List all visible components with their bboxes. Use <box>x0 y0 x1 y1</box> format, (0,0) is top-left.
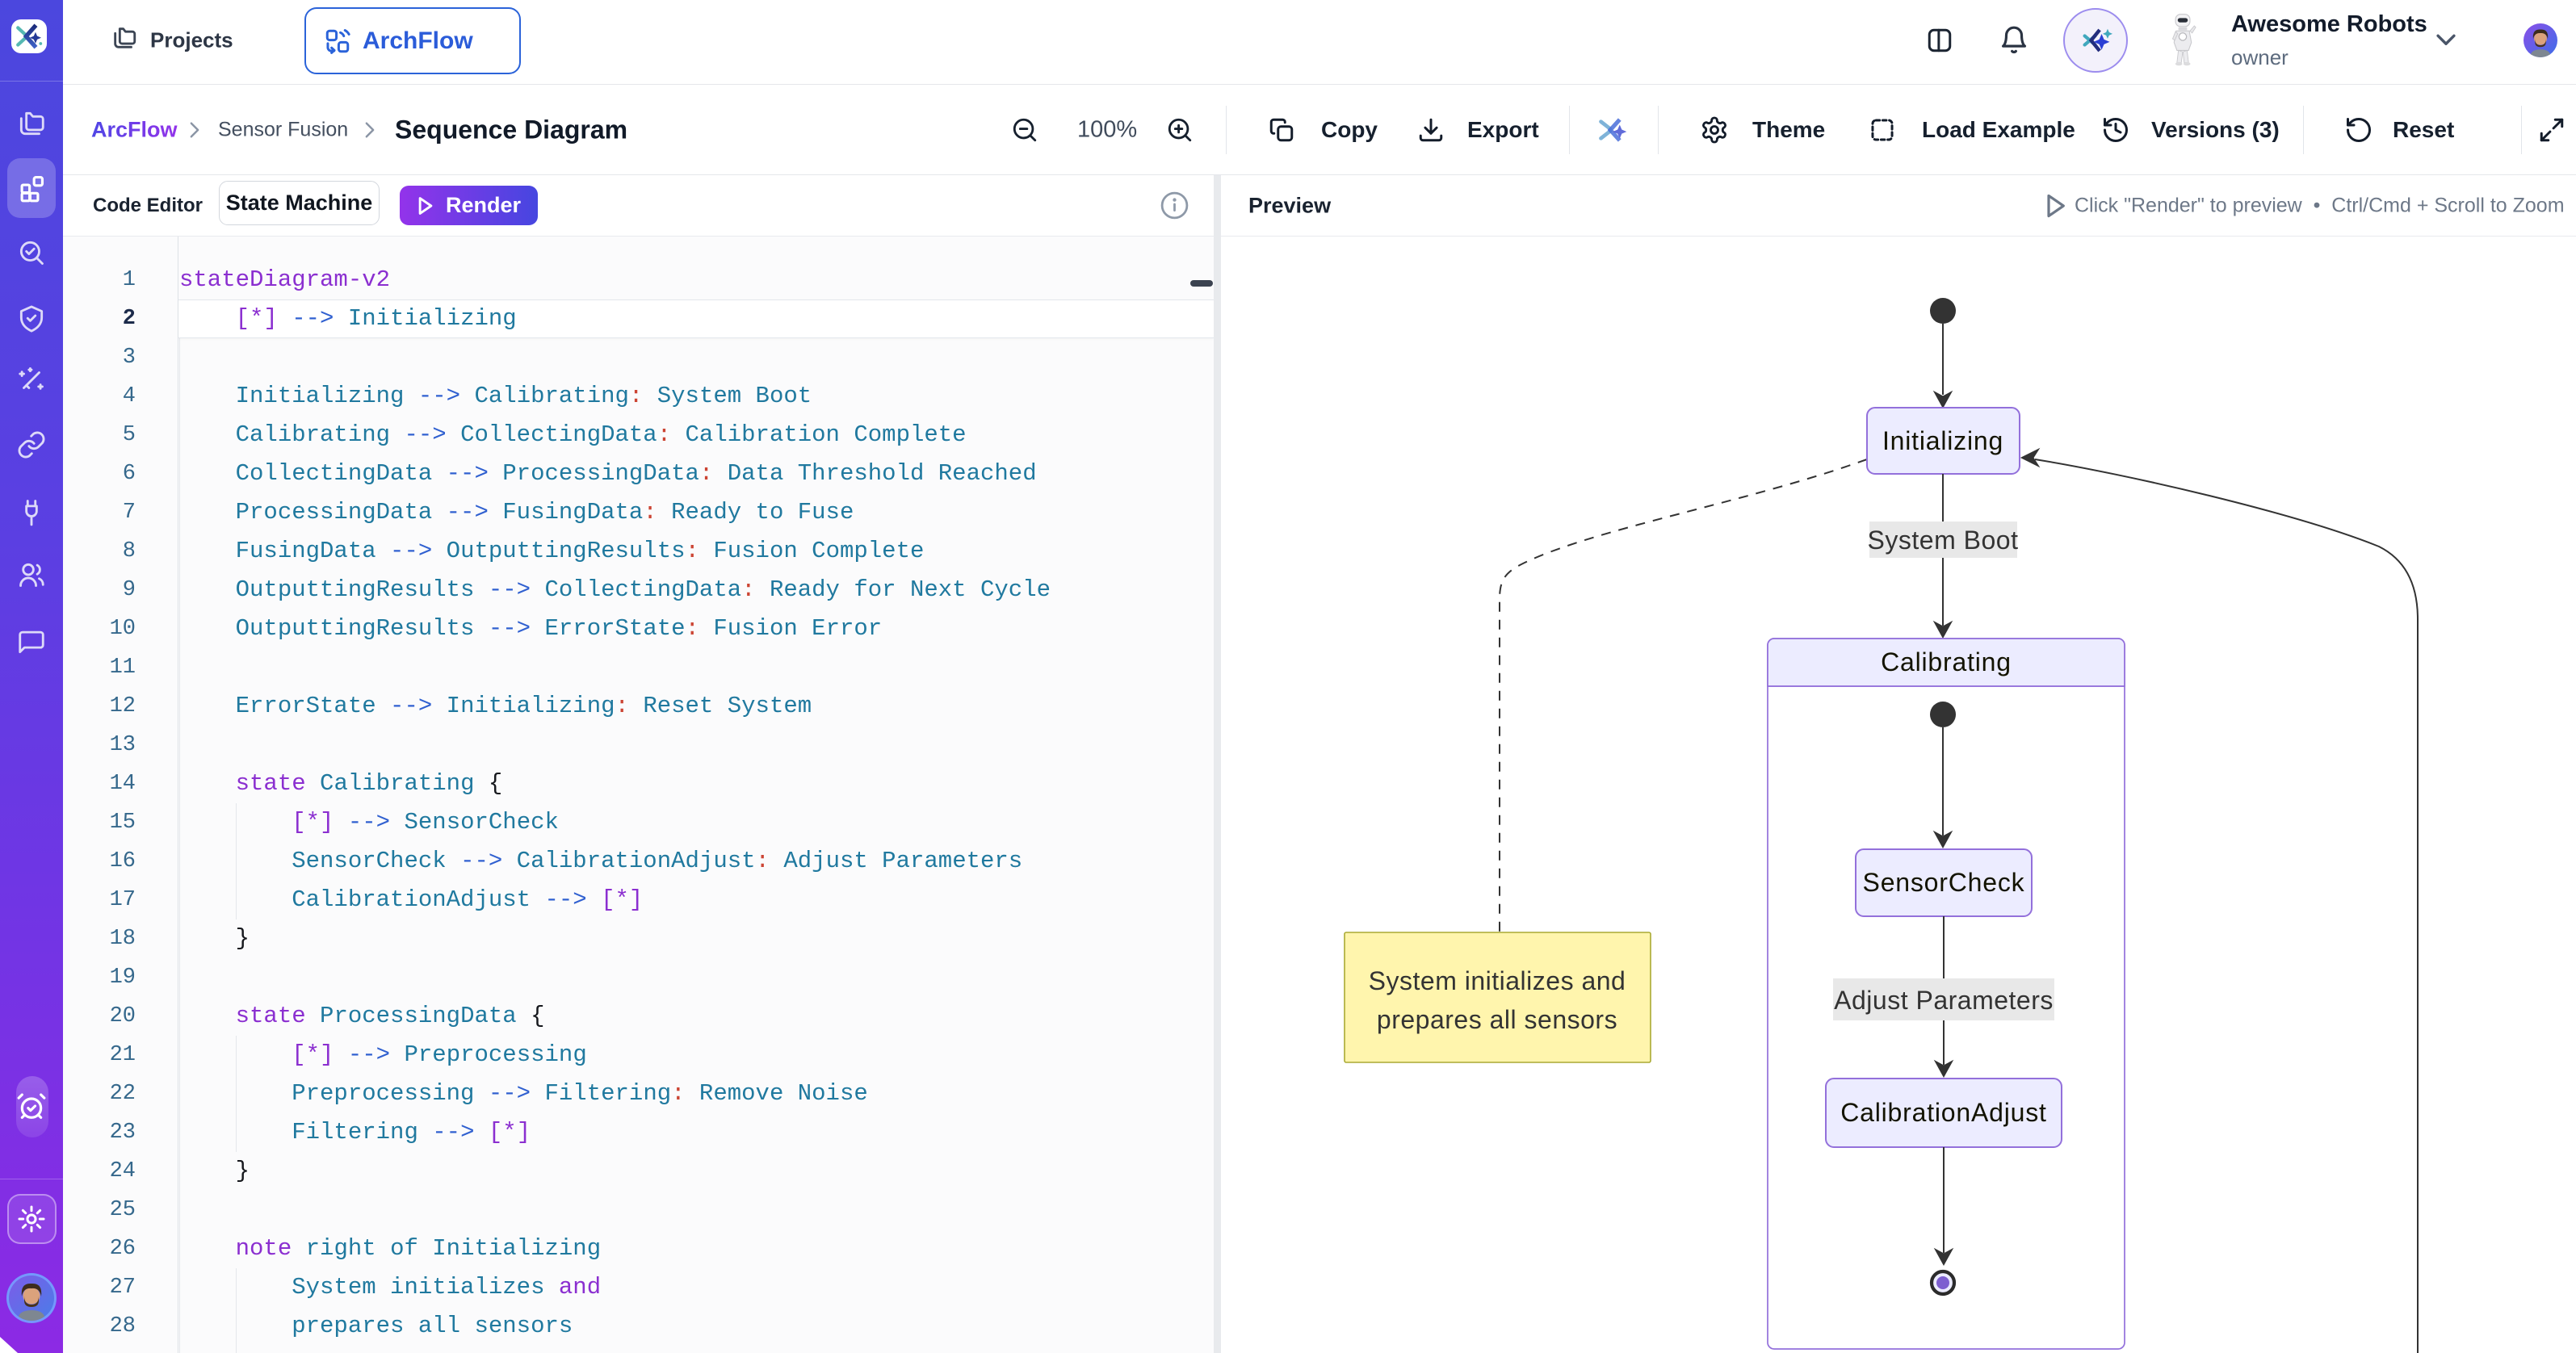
svg-text:Initializing: Initializing <box>1882 426 2003 455</box>
svg-text:CalibrationAdjust: CalibrationAdjust <box>1840 1098 2047 1127</box>
svg-text:System initializes and: System initializes and <box>1369 966 1626 995</box>
svg-text:System Boot: System Boot <box>1868 526 2019 555</box>
svg-text:SensorCheck: SensorCheck <box>1863 868 2025 897</box>
svg-text:Calibrating: Calibrating <box>1881 647 2012 676</box>
svg-text:Adjust Parameters: Adjust Parameters <box>1834 986 2054 1015</box>
svg-text:prepares all sensors: prepares all sensors <box>1377 1005 1617 1034</box>
